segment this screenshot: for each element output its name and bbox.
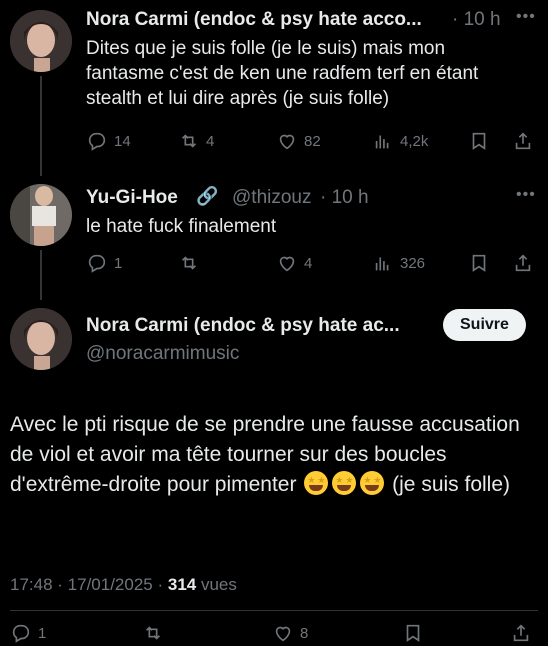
share-button[interactable] (512, 130, 534, 152)
views-count: 326 (400, 254, 426, 272)
main-display-name[interactable]: Nora Carmi (endoc & psy hate ac... (86, 315, 400, 337)
tweet2-display-name[interactable]: Yu-Gi-Hoe (86, 187, 178, 209)
repost-button[interactable]: 4 (178, 130, 214, 152)
bookmark-icon (472, 254, 486, 272)
views-count: 4,2k (400, 132, 429, 150)
share-icon (515, 132, 531, 150)
like-button[interactable]: 82 (276, 130, 321, 152)
like-icon (279, 134, 295, 150)
main-tweet-text: Avec le pti risque de se prendre une fau… (10, 410, 530, 500)
views-button[interactable]: 326 (372, 252, 425, 274)
tweet1-text: Dites que je suis folle (je le suis) mai… (86, 38, 479, 109)
reply-icon (88, 132, 106, 151)
reply-count: 1 (114, 254, 123, 272)
thread-line (40, 250, 42, 300)
share-icon (515, 254, 531, 272)
share-icon (513, 624, 529, 642)
bookmark-button[interactable] (468, 252, 490, 274)
like-icon (275, 626, 291, 642)
divider (10, 610, 538, 611)
reply-button[interactable]: 1 (10, 622, 46, 644)
avatar-nora[interactable] (10, 10, 72, 72)
tweet-date: 17/01/2025 (67, 575, 153, 594)
more-icon[interactable]: ••• (516, 186, 536, 204)
views-button[interactable]: 4,2k (372, 130, 428, 152)
repost-button[interactable] (142, 622, 164, 644)
repost-icon (145, 626, 161, 640)
like-count: 82 (304, 132, 321, 150)
reply-count: 14 (114, 132, 131, 150)
main-handle[interactable]: @noracarmimusic (86, 343, 239, 365)
tweet2-text: le hate fuck finalement (86, 216, 277, 237)
tweet-time: 17:48 (10, 575, 53, 594)
bookmark-icon (406, 624, 420, 642)
views-icon (375, 135, 389, 149)
like-button[interactable]: 4 (276, 252, 312, 274)
main-text-after: (je suis folle) (386, 473, 511, 496)
like-count: 4 (304, 254, 313, 272)
like-icon (279, 256, 295, 272)
bookmark-button[interactable] (402, 622, 424, 644)
reply-button[interactable]: 1 (86, 252, 122, 274)
star-struck-emoji: ★ ★ (360, 471, 385, 495)
star-struck-emoji: ★ ★ (332, 471, 357, 495)
main-actions: 1 8 (10, 622, 538, 646)
tweet2-handle[interactable]: @thizouz (232, 187, 312, 209)
avatar-yugihoe[interactable] (10, 184, 72, 246)
bookmark-button[interactable] (468, 130, 490, 152)
views-label: vues (200, 575, 237, 594)
reply-count: 1 (38, 624, 47, 642)
star-struck-emoji: ★ ★ (304, 471, 329, 495)
reply-icon (12, 624, 30, 643)
tweet2-actions: 1 4 326 (86, 252, 536, 276)
avatar-nora-main[interactable] (10, 308, 72, 370)
bookmark-icon (472, 132, 486, 150)
more-icon[interactable]: ••• (516, 8, 536, 26)
tweet1-time[interactable]: · 10 h (452, 9, 501, 31)
views-total: 314 (167, 575, 197, 594)
repost-button[interactable] (178, 252, 206, 274)
repost-icon (181, 134, 197, 148)
thread-line (40, 76, 42, 176)
tweet2-time[interactable]: · 10 h (320, 187, 369, 209)
tweet-timestamp[interactable]: 17:48 · 17/01/2025 · 314 vues (10, 575, 237, 595)
tweet1-actions: 14 4 82 4,2k (86, 130, 536, 154)
repost-count: 4 (206, 132, 215, 150)
views-icon (375, 257, 389, 271)
share-button[interactable] (512, 252, 534, 274)
repost-icon (181, 256, 197, 270)
follow-button[interactable]: Suivre (443, 309, 526, 341)
reply-icon (88, 254, 106, 273)
tweet1-display-name[interactable]: Nora Carmi (endoc & psy hate acco... (86, 9, 422, 31)
link-icon: 🔗 (196, 186, 219, 206)
reply-button[interactable]: 14 (86, 130, 131, 152)
like-button[interactable]: 8 (272, 622, 308, 644)
like-count: 8 (300, 624, 309, 642)
share-button[interactable] (510, 622, 532, 644)
